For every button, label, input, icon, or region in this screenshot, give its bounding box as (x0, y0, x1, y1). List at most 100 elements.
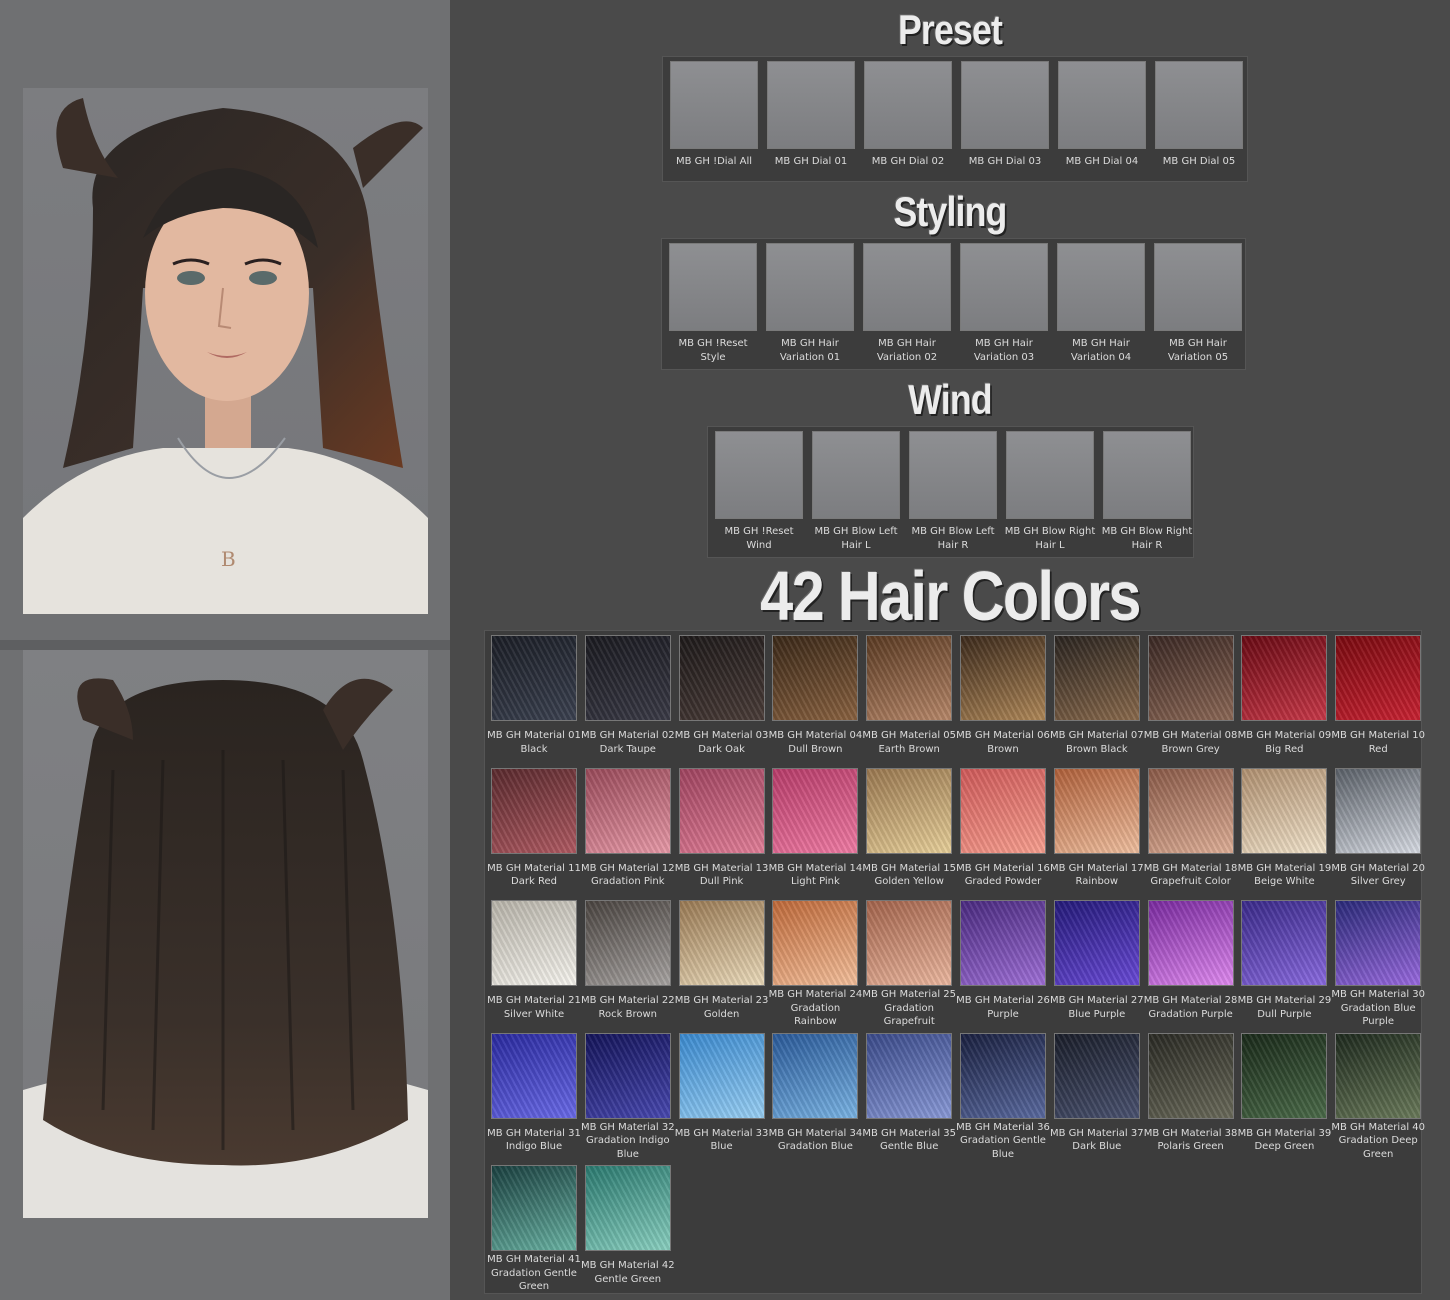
hair-color-label-line: Gradation Indigo (585, 1135, 670, 1147)
hair-color-tile[interactable]: MB GH Material 34 Gradation Blue (768, 1032, 862, 1154)
hair-color-tile[interactable]: MB GH Material 40 Gradation Deep Green (1331, 1032, 1426, 1162)
hair-color-tile[interactable]: MB GH Material 14 Light Pink (768, 767, 863, 889)
hair-color-tile[interactable]: MB GH Material 41 Gradation Gentle Green (487, 1165, 581, 1294)
hair-color-tile[interactable]: MB GH Material 03 Dark Oak (675, 635, 769, 756)
styling-thumbnail (960, 243, 1048, 331)
hair-color-tile[interactable]: MB GH Material 22 Rock Brown (581, 900, 675, 1021)
hair-color-tile[interactable]: MB GH Material 32 Gradation Indigo Blue (581, 1032, 675, 1162)
wind-tile[interactable]: MB GH Blow Right Hair R (1099, 431, 1195, 553)
hair-color-tile[interactable]: MB GH Material 01 Black (487, 635, 581, 756)
styling-label: MB GH Hair Variation 03 (956, 337, 1052, 365)
hair-color-label-line: Brown (987, 743, 1019, 755)
hair-color-label: MB GH Material 22 Rock Brown (581, 994, 675, 1021)
styling-label: MB GH Hair Variation 01 (762, 337, 858, 365)
hair-color-label: MB GH Material 23 Golden (675, 994, 769, 1021)
hair-color-label-line: MB GH Material 05 (862, 730, 957, 741)
hair-color-tile[interactable]: MB GH Material 21 Silver White (487, 900, 581, 1021)
hair-color-tile[interactable]: MB GH Material 12 Gradation Pink (580, 767, 675, 889)
hair-color-label-line: MB GH Material 11 (487, 862, 581, 874)
hair-color-tile[interactable]: MB GH Material 26 Purple (956, 900, 1050, 1021)
wind-thumbnail (812, 431, 900, 519)
hair-color-tile[interactable]: MB GH Material 16 Graded Powder (956, 767, 1050, 889)
hair-color-tile[interactable]: MB GH Material 24 Gradation Rainbow (768, 900, 862, 1029)
hair-color-label-line: MB GH Material 27 (1049, 995, 1144, 1007)
hair-color-tile[interactable]: MB GH Material 19 Beige White (1237, 767, 1331, 889)
hair-color-label: MB GH Material 13 Dull Pink (675, 862, 769, 889)
hair-color-label: MB GH Material 24 Gradation Rainbow (768, 988, 863, 1029)
hair-color-tile[interactable]: MB GH Material 04 Dull Brown (768, 635, 862, 756)
hair-color-label-line: Black (520, 743, 548, 755)
hair-color-label-line: Gradation Purple (1148, 1008, 1233, 1020)
hair-color-label: MB GH Material 29 Dull Purple (1237, 994, 1332, 1021)
hair-color-tile[interactable]: MB GH Material 13 Dull Pink (675, 767, 769, 889)
hair-color-tile[interactable]: MB GH Material 30 Gradation Blue Purple (1331, 900, 1425, 1029)
styling-tile[interactable]: MB GH Hair Variation 04 (1053, 243, 1149, 365)
hair-color-tile[interactable]: MB GH Material 42 Gentle Green (581, 1165, 675, 1286)
hair-color-swatch (1335, 767, 1422, 854)
hair-color-tile[interactable]: MB GH Material 29 Dull Purple (1237, 900, 1331, 1021)
hair-color-tile[interactable]: MB GH Material 10 Red (1331, 635, 1425, 756)
hair-color-swatch (866, 1032, 953, 1119)
hair-color-tile[interactable]: MB GH Material 20 Silver Grey (1331, 767, 1425, 889)
styling-tile[interactable]: MB GH Hair Variation 05 (1150, 243, 1246, 365)
hair-color-label-line: MB GH Material 12 (580, 862, 675, 874)
styling-tile[interactable]: MB GH Hair Variation 03 (956, 243, 1052, 365)
hair-color-label-line: Golden Yellow (874, 876, 944, 888)
preset-thumbnail (864, 61, 952, 149)
hair-color-label: MB GH Material 08 Brown Grey (1144, 729, 1238, 756)
hair-color-swatch (1053, 767, 1140, 854)
styling-tile[interactable]: MB GH !Reset Style (665, 243, 761, 365)
hair-color-tile[interactable]: MB GH Material 27 Blue Purple (1050, 900, 1144, 1021)
wind-tile[interactable]: MB GH Blow Left Hair R (905, 431, 1001, 553)
hair-color-label: MB GH Material 02 Dark Taupe (581, 729, 675, 756)
preset-tile[interactable]: MB GH Dial 03 (957, 61, 1053, 169)
wind-label: MB GH Blow Left Hair L (808, 525, 904, 553)
styling-tile[interactable]: MB GH Hair Variation 02 (859, 243, 955, 365)
styling-tile[interactable]: MB GH Hair Variation 01 (762, 243, 858, 365)
hair-color-label-line: MB GH Material 36 (956, 1121, 1050, 1133)
hair-color-tile[interactable]: MB GH Material 31 Indigo Blue (487, 1032, 581, 1154)
styling-label: MB GH Hair Variation 02 (859, 337, 955, 365)
hair-color-tile[interactable]: MB GH Material 37 Dark Blue (1050, 1032, 1144, 1154)
hair-color-label-line: MB GH Material 40 (1331, 1121, 1426, 1133)
hair-color-label-line: MB GH Material 20 (1331, 862, 1426, 874)
hair-color-tile[interactable]: MB GH Material 11 Dark Red (487, 767, 581, 889)
styling-label-line2: Variation 01 (779, 352, 841, 363)
hair-color-tile[interactable]: MB GH Material 18 Grapefruit Color (1144, 767, 1238, 889)
hair-color-tile[interactable]: MB GH Material 35 Gentle Blue (862, 1032, 956, 1154)
hair-color-tile[interactable]: MB GH Material 33 Blue (675, 1032, 769, 1154)
hair-color-tile[interactable]: MB GH Material 17 Rainbow (1050, 767, 1144, 889)
hair-color-tile[interactable]: MB GH Material 36 Gradation Gentle Blue (956, 1032, 1050, 1162)
wind-tile[interactable]: MB GH Blow Left Hair L (808, 431, 904, 553)
hair-color-tile[interactable]: MB GH Material 02 Dark Taupe (581, 635, 675, 756)
styling-grid: MB GH !Reset Style MB GH Hair Variation 01… (661, 238, 1246, 370)
hair-color-label: MB GH Material 14 Light Pink (768, 862, 863, 889)
hair-color-label-line: MB GH Material 24 (768, 989, 863, 1001)
hair-color-tile[interactable]: MB GH Material 28 Gradation Purple (1144, 900, 1238, 1021)
preset-tile[interactable]: MB GH Dial 05 (1151, 61, 1247, 169)
hair-color-tile[interactable]: MB GH Material 23 Golden (675, 900, 769, 1021)
hair-color-tile[interactable]: MB GH Material 15 Golden Yellow (862, 767, 956, 889)
hair-color-tile[interactable]: MB GH Material 25 Gradation Grapefruit (862, 900, 956, 1029)
hair-color-tile[interactable]: MB GH Material 38 Polaris Green (1144, 1032, 1238, 1154)
hair-color-tile[interactable]: MB GH Material 39 Deep Green (1237, 1032, 1331, 1154)
hair-color-tile[interactable]: MB GH Material 09 Big Red (1237, 635, 1331, 756)
hair-color-label: MB GH Material 20 Silver Grey (1331, 862, 1425, 889)
wind-label-line1: MB GH Blow Left (814, 526, 898, 537)
wind-tile[interactable]: MB GH !Reset Wind (711, 431, 807, 553)
wind-tile[interactable]: MB GH Blow Right Hair L (1002, 431, 1098, 553)
hair-color-swatch (678, 635, 765, 721)
preset-tile[interactable]: MB GH Dial 04 (1054, 61, 1150, 169)
wind-heading: Wind (908, 376, 992, 423)
preset-tile[interactable]: MB GH !Dial All (666, 61, 762, 169)
hair-color-label-line: Dull Purple (1257, 1008, 1312, 1020)
hair-color-tile[interactable]: MB GH Material 07 Brown Black (1050, 635, 1144, 756)
hair-color-tile[interactable]: MB GH Material 08 Brown Grey (1144, 635, 1238, 756)
hair-color-tile[interactable]: MB GH Material 05 Earth Brown (862, 635, 956, 756)
preset-tile[interactable]: MB GH Dial 02 (860, 61, 956, 169)
hair-color-label-line: Red (1368, 743, 1388, 755)
hair-color-tile[interactable]: MB GH Material 06 Brown (956, 635, 1050, 756)
preset-label: MB GH Dial 02 (871, 156, 945, 167)
preset-tile[interactable]: MB GH Dial 01 (763, 61, 859, 169)
hair-color-label: MB GH Material 01 Black (487, 729, 581, 756)
